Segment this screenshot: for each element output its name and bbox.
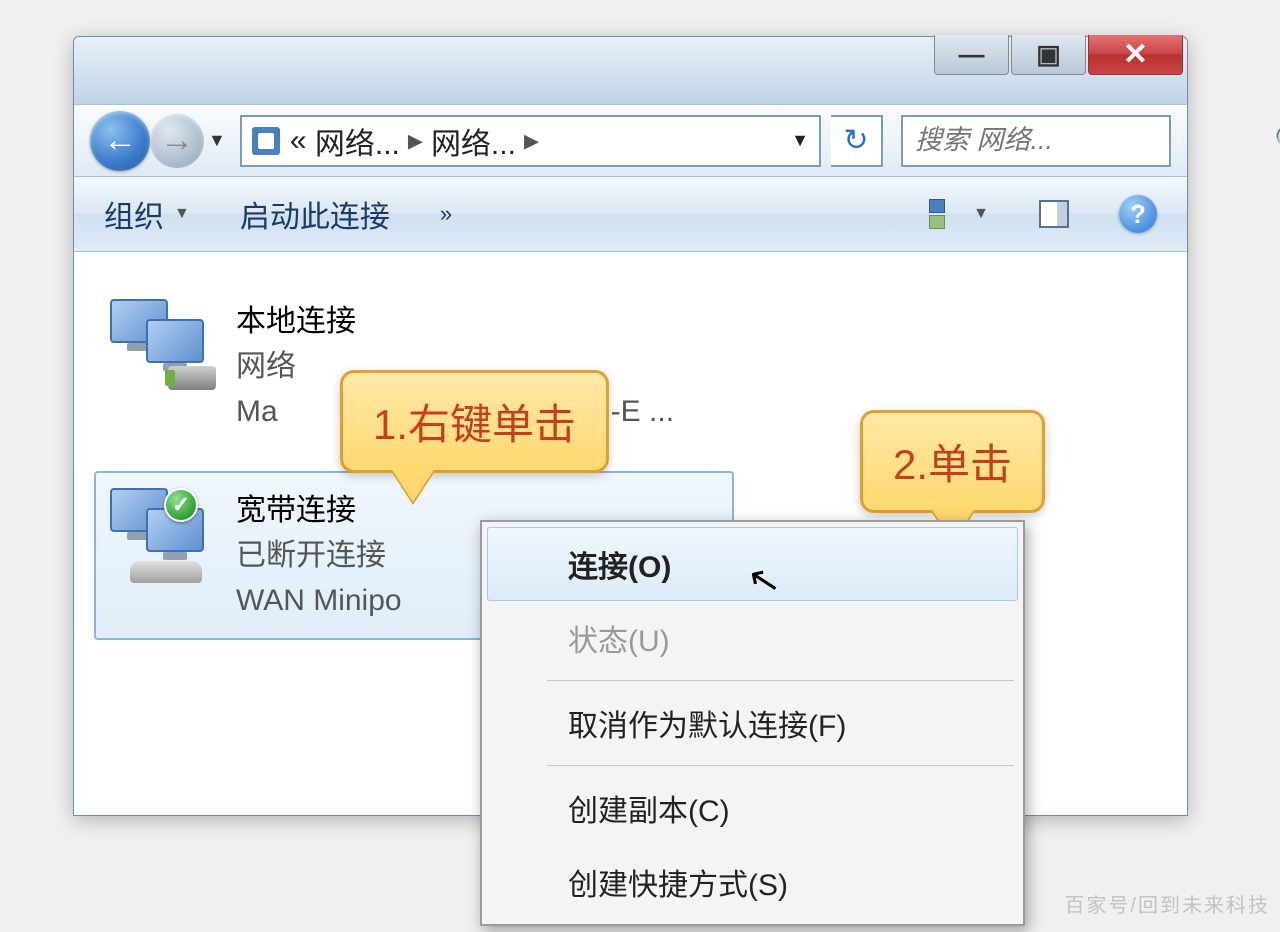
view-icon [929,199,963,229]
nav-bar: ← → ▼ « 网络... ▸ 网络... ▸ ▼ ↻ 🔍 [74,105,1187,177]
context-menu-item-status: 状态(U) [487,601,1018,675]
connection-title: 本地连接 [236,299,674,344]
breadcrumb-part[interactable]: 网络... [431,119,516,163]
watermark: 百家号/回到未来科技 [1064,889,1270,918]
check-icon: ✓ [164,488,198,522]
minimize-button[interactable]: — [934,35,1009,75]
help-button[interactable]: ? [1119,195,1157,233]
context-menu-item-connect[interactable]: 连接(O) [487,527,1018,601]
dialup-adapter-icon: ✓ [106,488,216,583]
view-options-button[interactable]: ▼ [929,199,989,229]
address-bar[interactable]: « 网络... ▸ 网络... ▸ ▼ [240,115,821,167]
organize-menu[interactable]: 组织 ▼ [104,192,190,236]
annotation-callout-2: 2.单击 [860,410,1045,513]
titlebar: — ▣ ✕ [74,37,1187,105]
callout-text: 1.右键单击 [373,401,576,448]
start-connection-button[interactable]: 启动此连接 [240,192,390,236]
breadcrumb-part[interactable]: 网络... [315,119,400,163]
refresh-button[interactable]: ↻ [831,115,883,167]
search-box[interactable]: 🔍 [901,115,1171,167]
context-menu-item-copy[interactable]: 创建副本(C) [487,771,1018,845]
context-menu: 连接(O) 状态(U) 取消作为默认连接(F) 创建副本(C) 创建快捷方式(S… [480,520,1025,926]
folder-icon [252,127,280,155]
back-button[interactable]: ← [90,111,150,171]
command-bar: 组织 ▼ 启动此连接 » ▼ ? [74,177,1187,252]
nav-history-dropdown[interactable]: ▼ [208,130,226,151]
network-adapter-icon [106,299,216,394]
start-connection-label: 启动此连接 [240,192,390,236]
more-commands[interactable]: » [440,201,452,227]
context-menu-item-unset-default[interactable]: 取消作为默认连接(F) [487,686,1018,760]
address-dropdown[interactable]: ▼ [791,130,809,151]
preview-pane-button[interactable] [1039,200,1069,228]
menu-separator [547,680,1014,681]
connection-status: 已断开连接 [236,533,402,578]
close-button[interactable]: ✕ [1088,35,1183,75]
annotation-callout-1: 1.右键单击 [340,370,609,473]
maximize-button[interactable]: ▣ [1011,35,1086,75]
chevron-right-icon: ▸ [524,123,539,158]
connection-title: 宽带连接 [236,488,402,533]
callout-text: 2.单击 [893,441,1012,488]
forward-button: → [150,114,204,168]
search-input[interactable] [915,125,1274,156]
chevron-right-icon: ▸ [408,123,423,158]
connection-detail: WAN Minipo [236,578,402,623]
search-icon[interactable]: 🔍 [1274,124,1280,157]
organize-label: 组织 [104,192,164,236]
menu-separator [547,765,1014,766]
breadcrumb-chevron-start: « [290,124,307,158]
context-menu-item-shortcut[interactable]: 创建快捷方式(S) [487,845,1018,919]
